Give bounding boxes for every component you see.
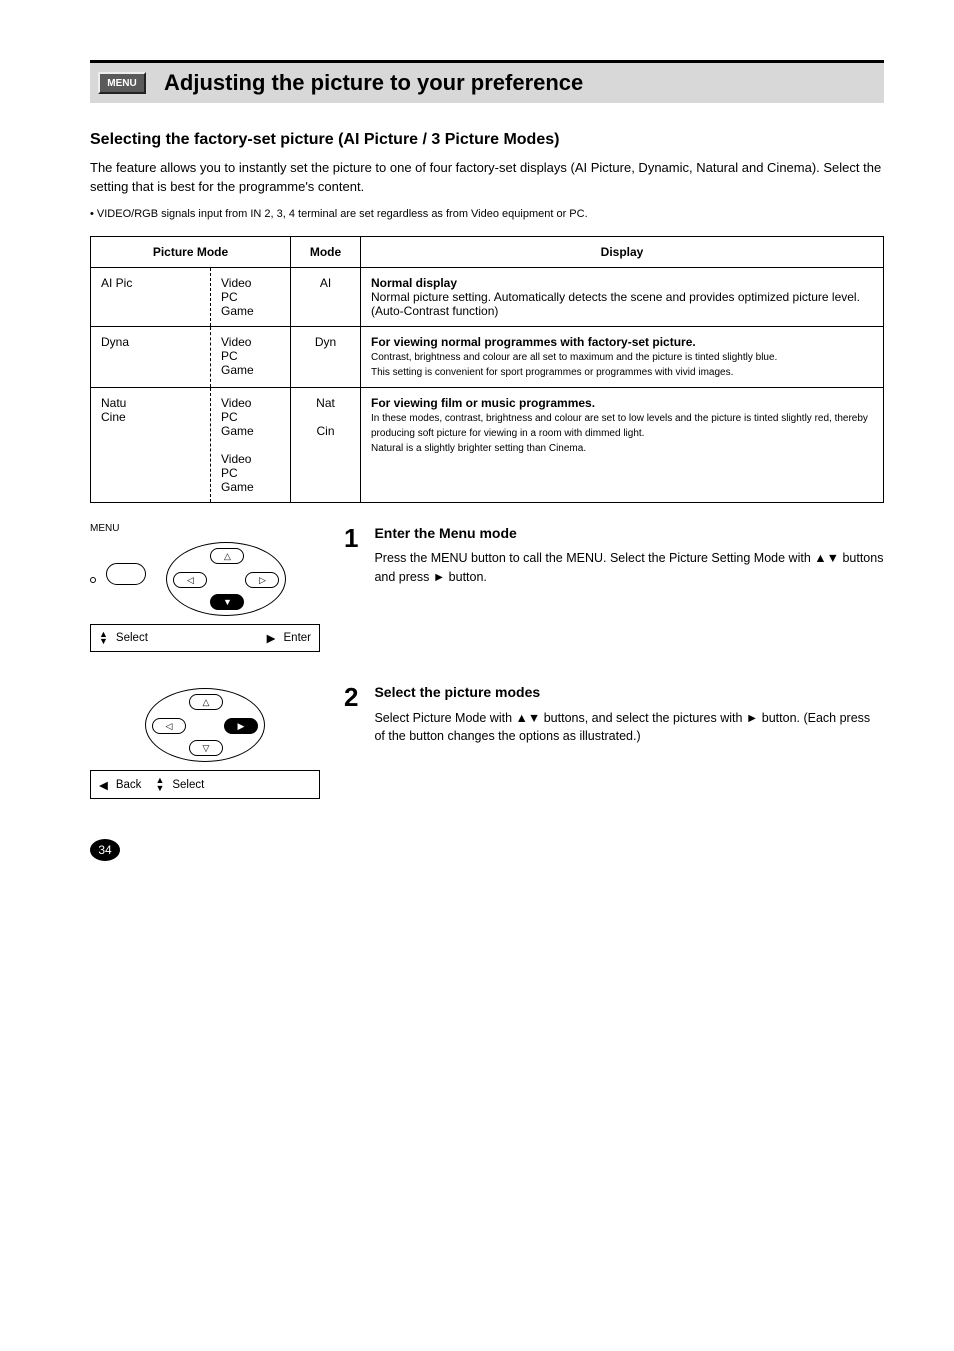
menu-caption: MENU: [90, 523, 320, 534]
dpad-2: △ ▽ ◁ ▶: [145, 688, 265, 762]
row2-desc: For viewing film or music programmes. In…: [361, 388, 884, 503]
section-heading: Selecting the factory-set picture (AI Pi…: [90, 131, 884, 149]
row0-label-a: AI Pic: [91, 268, 211, 327]
th-display: Display: [361, 237, 884, 268]
step-1-heading: Enter the Menu mode: [374, 523, 884, 543]
step-2-heading: Select the picture modes: [374, 682, 884, 702]
row0-mode: AI: [291, 268, 361, 327]
step-1-number: 1: [344, 523, 358, 554]
row0-desc-body: Normal picture setting. Automatically de…: [371, 290, 860, 318]
step1-instruction-bar: ▲▼ Select ▶ Enter: [90, 624, 320, 652]
picture-mode-table: Picture Mode Mode Display AI Pic Video P…: [90, 236, 884, 503]
th-mode: Mode: [291, 237, 361, 268]
right-arrow-icon: ▶: [267, 631, 276, 645]
page-number: 34: [90, 839, 120, 861]
right-button[interactable]: ▷: [245, 572, 279, 588]
step-1-body: Press the MENU button to call the MENU. …: [374, 549, 884, 585]
updown-icon: ▲▼: [99, 631, 108, 645]
left-button[interactable]: ◁: [173, 572, 207, 588]
row0-desc-head: Normal display: [371, 276, 457, 290]
step1-instr-right: Enter: [284, 632, 312, 644]
led-dot-icon: [90, 577, 96, 583]
right-button-2[interactable]: ▶: [224, 718, 258, 734]
th-picture-mode: Picture Mode: [91, 237, 291, 268]
updown-icon-2: ▲▼: [155, 777, 164, 791]
step1-instr-left: Select: [116, 632, 259, 644]
down-button[interactable]: ▼: [210, 594, 244, 610]
down-button-2[interactable]: ▽: [189, 740, 223, 756]
row1-desc: For viewing normal programmes with facto…: [361, 327, 884, 388]
row1-desc-body: Contrast, brightness and colour are all …: [371, 352, 777, 378]
row2-desc-head: For viewing film or music programmes.: [371, 396, 595, 410]
note-text: • VIDEO/RGB signals input from IN 2, 3, …: [90, 207, 884, 222]
menu-button[interactable]: [106, 563, 146, 585]
menu-badge: MENU: [98, 72, 146, 94]
row1-label-a: Dyna: [91, 327, 211, 388]
page-title: Adjusting the picture to your preference: [164, 70, 583, 96]
dpad: △ ▼ ◁ ▷: [166, 542, 286, 616]
row2-mode: Nat Cin: [291, 388, 361, 503]
up-button[interactable]: △: [210, 548, 244, 564]
step-2-number: 2: [344, 682, 358, 713]
step2-instruction-bar: ◀ Back ▲▼ Select: [90, 770, 320, 798]
row1-label-b: Video PC Game: [211, 327, 291, 388]
title-bar: MENU Adjusting the picture to your prefe…: [90, 63, 884, 103]
intro-text: The feature allows you to instantly set …: [90, 159, 884, 197]
row2-label-a: Natu Cine: [91, 388, 211, 503]
step2-instr-right: Select: [172, 779, 311, 791]
left-button-2[interactable]: ◁: [152, 718, 186, 734]
up-button-2[interactable]: △: [189, 694, 223, 710]
row2-label-b: Video PC Game Video PC Game: [211, 388, 291, 503]
row1-mode: Dyn: [291, 327, 361, 388]
row2-desc-body: In these modes, contrast, brightness and…: [371, 413, 868, 454]
step2-instr-left: Back: [116, 779, 142, 791]
row0-desc: Normal display Normal picture setting. A…: [361, 268, 884, 327]
row0-label-b: Video PC Game: [211, 268, 291, 327]
row1-desc-head: For viewing normal programmes with facto…: [371, 335, 696, 349]
left-arrow-icon: ◀: [99, 778, 108, 792]
step-2-body: Select Picture Mode with ▲▼ buttons, and…: [374, 709, 884, 745]
